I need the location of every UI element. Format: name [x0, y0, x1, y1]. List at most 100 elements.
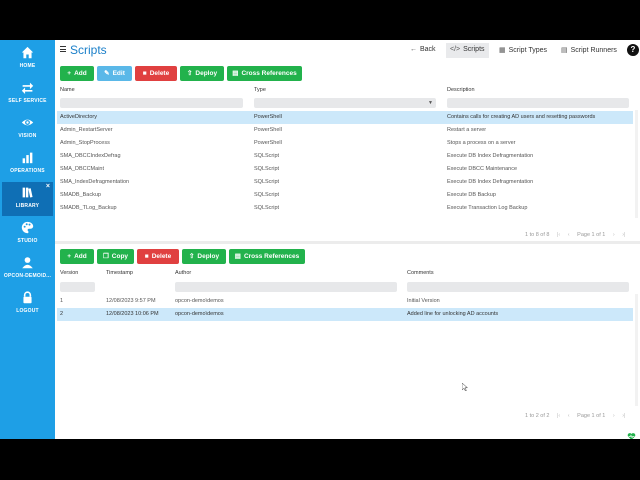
cell-description: Execute DB Index Defragmentation: [447, 179, 534, 185]
top-bar: Scripts ← Back </> Scripts ▦ Script Types ▤…: [55, 40, 640, 62]
table-row[interactable]: ActiveDirectory PowerShell Contains calls …: [57, 111, 633, 124]
upload-icon: ⇧: [188, 253, 195, 260]
trash-icon: ■: [142, 70, 147, 77]
cell-type: SQLScript: [254, 166, 280, 172]
close-icon[interactable]: ×: [46, 183, 50, 190]
palette-icon: [0, 221, 55, 237]
list-icon: ▤: [234, 253, 241, 260]
table-row[interactable]: Admin_RestartServer PowerShell Restart a s…: [57, 124, 633, 137]
cell-type: PowerShell: [254, 140, 282, 146]
delete-script-button[interactable]: ■ Delete: [135, 66, 177, 81]
mouse-cursor-icon: [461, 378, 469, 392]
comments-filter-input[interactable]: [407, 282, 629, 292]
description-filter-input[interactable]: [447, 98, 629, 108]
sidebar-item-label: HOME: [19, 63, 36, 69]
prev-page-icon[interactable]: ‹: [568, 232, 570, 238]
pager-range: 1 to 2 of 2: [525, 413, 550, 419]
file-code-icon: ▦: [499, 47, 506, 54]
table-row[interactable]: SMA_DBCCMaint SQLScript Execute DBCC Maint…: [57, 163, 633, 176]
cell-name: SMA_DBCCIndexDefrag: [60, 153, 121, 159]
sidebar: HOME SELF SERVICE VISION OPERATIONS × LI…: [0, 40, 55, 439]
table-row[interactable]: Admin_StopProcess PowerShell Stops a proce…: [57, 137, 633, 150]
deploy-version-button[interactable]: ⇧ Deploy: [182, 249, 226, 264]
upload-icon: ⇧: [186, 70, 193, 77]
table-row[interactable]: SMADB_TLog_Backup SQLScript Execute Transa…: [57, 202, 633, 215]
cell-description: Execute Transaction Log Backup: [447, 205, 528, 211]
type-filter-select[interactable]: ▼: [254, 98, 436, 108]
cell-name: SMA_DBCCMaint: [60, 166, 105, 172]
delete-version-button[interactable]: ■ Delete: [137, 249, 179, 264]
table-row[interactable]: SMA_IndexDefragmentation SQLScript Execute…: [57, 176, 633, 189]
next-page-icon[interactable]: ›: [613, 232, 615, 238]
column-header-author[interactable]: Author: [175, 270, 191, 276]
cell-description: Execute DBCC Maintenance: [447, 166, 518, 172]
trash-icon: ■: [144, 253, 149, 260]
panel-divider[interactable]: [55, 241, 640, 244]
swap-icon: [0, 81, 55, 97]
cell-description: Contains calls for creating AD users and…: [447, 114, 596, 120]
copy-icon: ❐: [102, 253, 109, 260]
cell-type: PowerShell: [254, 114, 282, 120]
name-filter-input[interactable]: [60, 98, 243, 108]
sidebar-item-vision[interactable]: VISION: [0, 112, 55, 146]
table-row[interactable]: SMADB_Backup SQLScript Execute DB Backup: [57, 189, 633, 202]
column-header-comments[interactable]: Comments: [407, 270, 434, 276]
cell-type: PowerShell: [254, 127, 282, 133]
sidebar-item-home[interactable]: HOME: [0, 42, 55, 76]
version-cross-references-button[interactable]: ▤ Cross References: [229, 249, 305, 264]
plus-icon: +: [67, 70, 72, 77]
cross-references-button[interactable]: ▤ Cross References: [227, 66, 302, 81]
sidebar-item-library[interactable]: × LIBRARY: [2, 182, 53, 216]
first-page-icon[interactable]: |‹: [557, 232, 560, 238]
edit-script-button[interactable]: ✎ Edit: [97, 66, 132, 81]
cell-name: ActiveDirectory: [60, 114, 97, 120]
sidebar-item-studio[interactable]: STUDIO: [0, 217, 55, 251]
prev-page-icon[interactable]: ‹: [568, 413, 570, 419]
author-filter-input[interactable]: [175, 282, 397, 292]
sidebar-item-label: SELF SERVICE: [8, 98, 47, 104]
sidebar-item-self-service[interactable]: SELF SERVICE: [0, 77, 55, 111]
tab-scripts[interactable]: </> Scripts: [446, 43, 489, 58]
sidebar-item-logout[interactable]: LOGOUT: [0, 287, 55, 321]
copy-version-button[interactable]: ❐ Copy: [97, 249, 134, 264]
runner-icon: ▤: [561, 47, 568, 54]
back-link[interactable]: ← Back: [406, 43, 440, 58]
lock-icon: [0, 291, 55, 307]
hamburger-icon[interactable]: [60, 46, 66, 52]
eye-icon: [0, 116, 55, 132]
sidebar-item-operations[interactable]: OPERATIONS: [0, 147, 55, 181]
cell-author: opcon-demo\demos: [175, 298, 224, 304]
tab-script-runners[interactable]: ▤ Script Runners: [557, 43, 621, 58]
pager-page: Page 1 of 1: [577, 232, 606, 238]
column-header-name[interactable]: Name: [60, 87, 75, 93]
add-script-button[interactable]: + Add: [60, 66, 94, 81]
column-header-version[interactable]: Version: [60, 270, 78, 276]
cell-author: opcon-demo\demos: [175, 311, 224, 317]
first-page-icon[interactable]: |‹: [557, 413, 560, 419]
cell-name: Admin_StopProcess: [60, 140, 110, 146]
table-row[interactable]: SMA_DBCCIndexDefrag SQLScript Execute DB I…: [57, 150, 633, 163]
cell-name: Admin_RestartServer: [60, 127, 113, 133]
table-row[interactable]: 1 12/08/2023 9:57 PM opcon-demo\demos Initi…: [57, 295, 633, 308]
scrollbar[interactable]: [635, 294, 638, 406]
sidebar-item-label: OPERATIONS: [10, 168, 45, 174]
deploy-script-button[interactable]: ⇧ Deploy: [180, 66, 224, 81]
main-content: Scripts ← Back </> Scripts ▦ Script Types ▤…: [55, 40, 640, 439]
pager-range: 1 to 8 of 8: [525, 232, 550, 238]
column-header-timestamp[interactable]: Timestamp: [106, 270, 133, 276]
last-page-icon[interactable]: ›|: [622, 232, 625, 238]
table-row[interactable]: 2 12/08/2023 10:06 PM opcon-demo\demos Adde…: [57, 308, 633, 321]
cell-name: SMADB_TLog_Backup: [60, 205, 117, 211]
version-filter-input[interactable]: [60, 282, 95, 292]
add-version-button[interactable]: + Add: [60, 249, 94, 264]
cell-comments: Initial Version: [407, 298, 440, 304]
tab-script-types[interactable]: ▦ Script Types: [495, 43, 551, 58]
last-page-icon[interactable]: ›|: [622, 413, 625, 419]
sidebar-item-user[interactable]: OPCON-DEMO\D...: [0, 252, 55, 286]
column-header-description[interactable]: Description: [447, 87, 475, 93]
cell-description: Execute DB Index Defragmentation: [447, 153, 534, 159]
column-header-type[interactable]: Type: [254, 87, 266, 93]
help-icon[interactable]: ?: [627, 44, 639, 56]
next-page-icon[interactable]: ›: [613, 413, 615, 419]
scrollbar[interactable]: [635, 110, 638, 218]
